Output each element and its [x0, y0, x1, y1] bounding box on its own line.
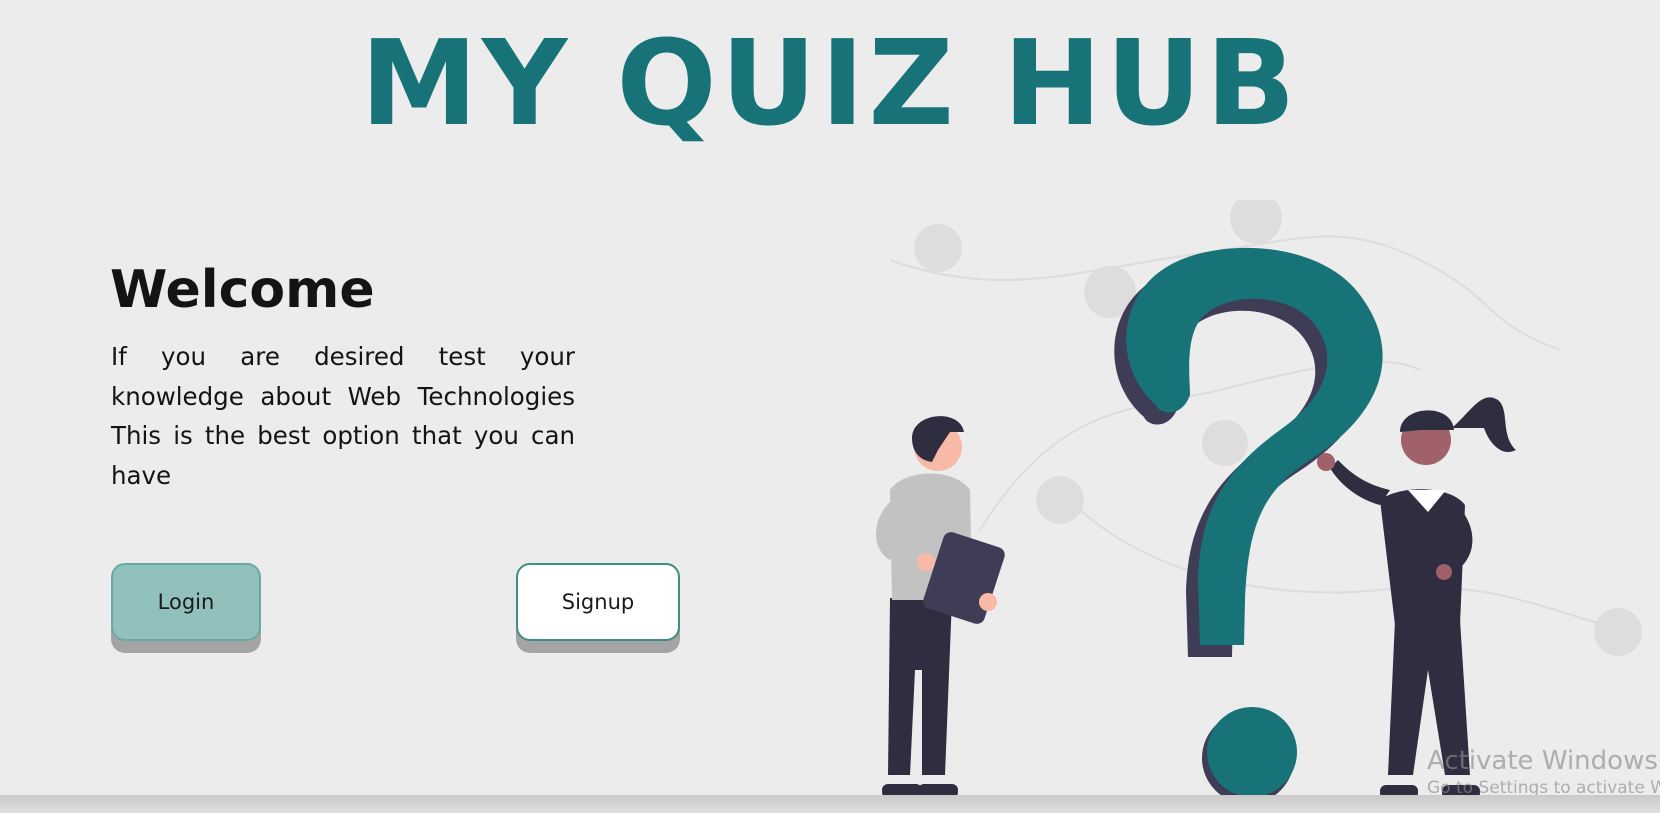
- site-title: MY QUIZ HUB: [360, 14, 1300, 152]
- landing-page: MY QUIZ HUB Welcome If you are desired t…: [0, 0, 1660, 813]
- bottom-strip: [0, 795, 1660, 813]
- signup-button[interactable]: Signup: [516, 563, 680, 641]
- login-button[interactable]: Login: [111, 563, 261, 641]
- man-figure: [876, 416, 1005, 798]
- welcome-heading: Welcome: [110, 260, 375, 320]
- question-illustration: [860, 200, 1660, 806]
- woman-figure: [1317, 397, 1516, 799]
- watermark-title: Activate Windows: [1427, 746, 1658, 776]
- intro-text: If you are desired test your knowledge a…: [111, 342, 575, 490]
- question-mark-icon: [1114, 247, 1383, 804]
- activation-watermark: Activate Windows Go to Settings to activ…: [1427, 745, 1660, 799]
